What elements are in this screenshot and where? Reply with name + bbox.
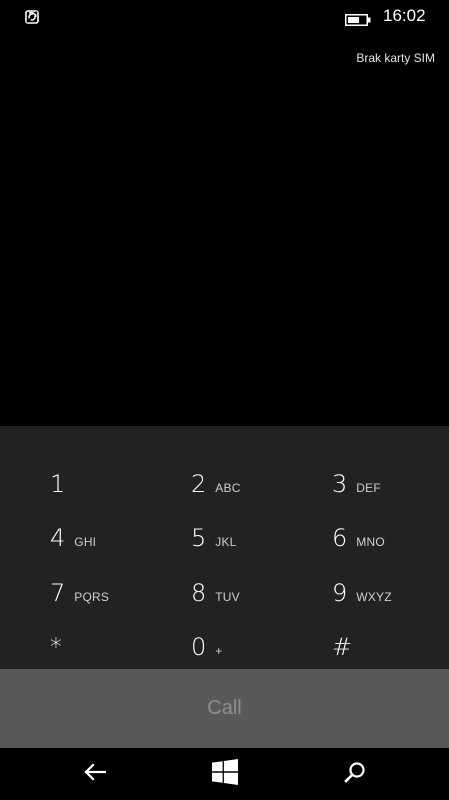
key-3[interactable]: 3 DEF <box>332 451 449 497</box>
key-1[interactable]: 1 <box>50 451 190 497</box>
key-digit: 5 <box>191 524 207 552</box>
key-digit: 7 <box>50 579 66 607</box>
dial-keypad: 1 2 ABC 3 DEF 4 GHI 5 JKL 6 MNO 7 PQRS 8… <box>0 426 449 669</box>
battery-icon <box>345 11 371 26</box>
key-letters: PQRS <box>74 590 110 604</box>
key-digit: 9 <box>332 579 348 607</box>
back-button[interactable] <box>20 748 169 800</box>
key-digit: 0 <box>191 633 207 661</box>
windows-logo-icon <box>211 759 238 789</box>
key-digit: 1 <box>50 470 66 498</box>
key-star[interactable]: * <box>50 614 190 660</box>
key-digit: 4 <box>50 524 66 552</box>
key-9[interactable]: 9 WXYZ <box>332 560 449 606</box>
key-letters: GHI <box>74 535 97 549</box>
key-letters: JKL <box>215 535 237 549</box>
key-2[interactable]: 2 ABC <box>191 451 331 497</box>
key-digit: 3 <box>332 470 348 498</box>
key-digit: * <box>50 633 62 661</box>
clock-time: 16:02 <box>383 6 426 25</box>
key-4[interactable]: 4 GHI <box>50 505 190 551</box>
key-letters: WXYZ <box>356 590 392 604</box>
key-letters: ABC <box>215 481 241 495</box>
key-letters: DEF <box>356 481 381 495</box>
key-digit: 6 <box>332 524 348 552</box>
key-6[interactable]: 6 MNO <box>332 505 449 551</box>
status-bar: 16:02 <box>0 0 449 32</box>
key-7[interactable]: 7 PQRS <box>50 560 190 606</box>
key-digit: # <box>332 633 353 661</box>
key-5[interactable]: 5 JKL <box>191 505 331 551</box>
navigation-bar <box>0 748 449 800</box>
search-icon <box>343 761 366 787</box>
sim-status-text: Brak karty SIM <box>356 51 435 65</box>
key-letters: MNO <box>356 535 385 549</box>
call-button-label: Call <box>207 697 242 719</box>
key-hash[interactable]: # <box>332 614 449 660</box>
key-0[interactable]: 0 + <box>191 614 331 660</box>
data-sense-icon <box>24 9 40 25</box>
key-digit: 2 <box>191 470 207 498</box>
key-letters: + <box>215 644 223 658</box>
start-button[interactable] <box>150 748 299 800</box>
back-arrow-icon <box>83 763 106 785</box>
key-digit: 8 <box>191 579 207 607</box>
key-letters: TUV <box>215 590 240 604</box>
call-button[interactable]: Call <box>0 669 449 748</box>
search-button[interactable] <box>280 748 429 800</box>
key-8[interactable]: 8 TUV <box>191 560 331 606</box>
